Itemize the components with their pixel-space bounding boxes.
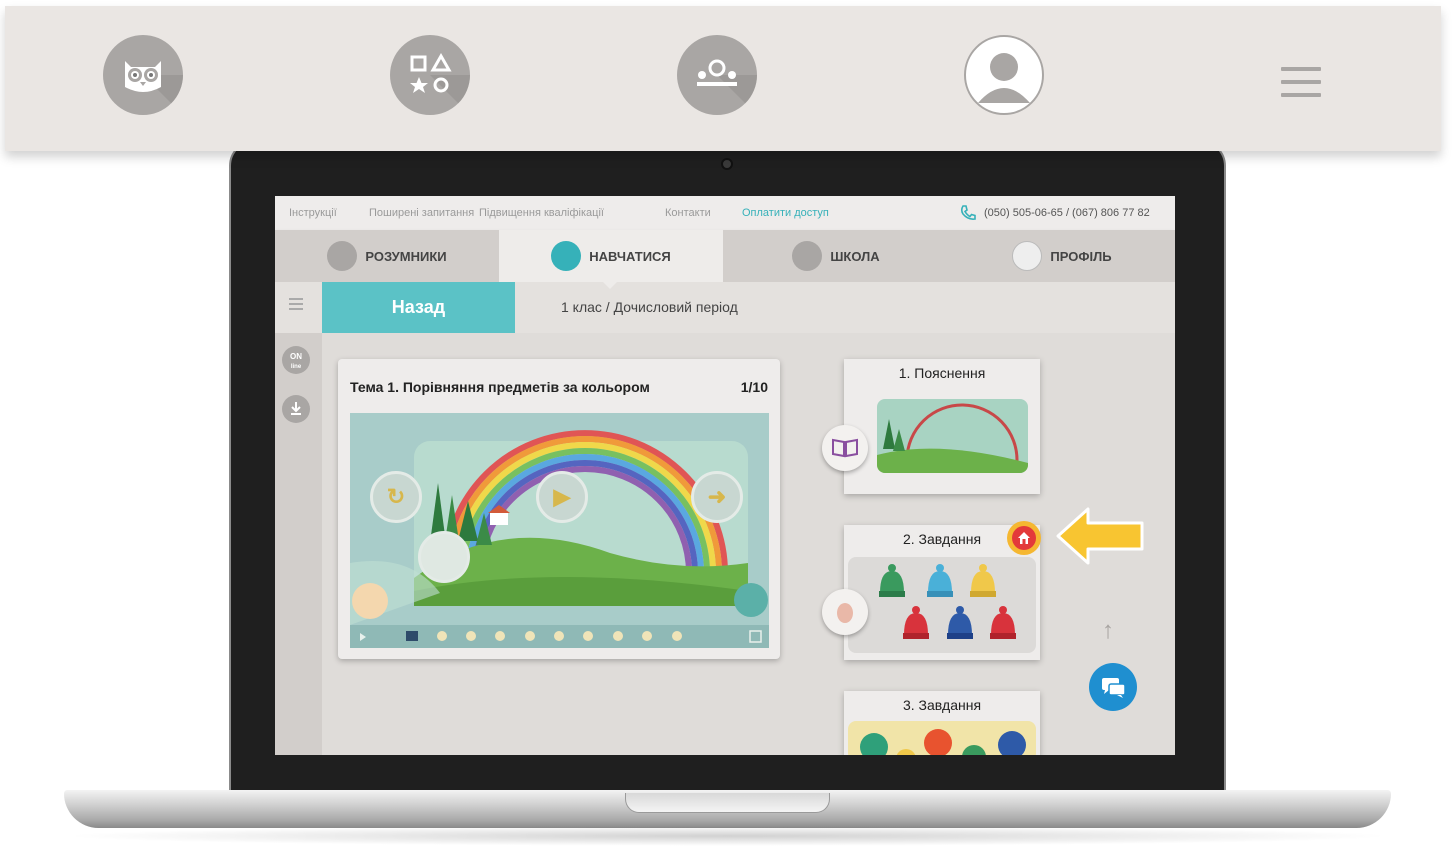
- sub-header: Назад 1 клас / Дочисловий період: [275, 282, 1175, 333]
- egg-icon[interactable]: [822, 589, 868, 635]
- link-qualification[interactable]: Підвищення кваліфікації: [479, 207, 604, 219]
- lesson-content: Тема 1. Порівняння предметів за кольором…: [322, 333, 1175, 755]
- laptop-camera: [721, 158, 733, 170]
- next-arrow-icon: ➜: [707, 484, 727, 509]
- profile-icon[interactable]: [964, 35, 1044, 115]
- sidebar-toggle-icon[interactable]: [289, 298, 303, 313]
- link-instructions[interactable]: Інструкції: [289, 207, 337, 219]
- profile-icon: [1012, 241, 1043, 271]
- shapes-icon: [551, 241, 582, 271]
- breadcrumb: 1 клас / Дочисловий період: [561, 299, 738, 315]
- top-navigation-bar: [5, 6, 1441, 151]
- boy-avatar: [352, 583, 388, 619]
- laptop-shadow: [60, 826, 1395, 846]
- slide-counter: 1/10: [740, 379, 768, 395]
- active-tab-caret: [602, 281, 618, 289]
- task-card-1[interactable]: 1. Пояснення: [844, 359, 1040, 494]
- main-tabs: РОЗУМНИКИ НАВЧАТИСЯ ШКОЛА ПРОФІЛЬ: [275, 230, 1175, 282]
- tab-label: РОЗУМНИКИ: [365, 248, 447, 264]
- task-title: 1. Пояснення: [898, 365, 986, 381]
- online-button[interactable]: ON line: [282, 346, 310, 374]
- tab-label: ШКОЛА: [830, 248, 880, 264]
- link-faq[interactable]: Поширені запитання: [369, 207, 474, 219]
- tab-label: НАВЧАТИСЯ: [589, 248, 671, 264]
- online-label-small: line: [290, 364, 302, 370]
- laptop-notch: [625, 793, 830, 813]
- laptop-screen: Інструкції Поширені запитання Підвищення…: [275, 196, 1175, 755]
- left-sidebar: ON line: [275, 333, 322, 755]
- link-pay-access[interactable]: Оплатити доступ: [742, 207, 829, 219]
- tab-rozumnyky[interactable]: РОЗУМНИКИ: [275, 230, 499, 282]
- magnifier-icon: [418, 531, 470, 583]
- play-button[interactable]: ▶: [536, 471, 588, 523]
- owl-avatar: [734, 583, 768, 617]
- page: Інструкції Поширені запитання Підвищення…: [0, 0, 1452, 868]
- tab-shkola[interactable]: ШКОЛА: [723, 230, 949, 282]
- task-title: 3. Завдання: [902, 697, 982, 713]
- back-button[interactable]: Назад: [322, 282, 515, 333]
- online-label: ON: [290, 352, 302, 361]
- task-thumbnail: [848, 557, 1036, 653]
- phone-number: (050) 505-06-65 / (067) 806 77 82: [984, 207, 1150, 219]
- replay-icon: ↻: [386, 484, 406, 509]
- tab-profil[interactable]: ПРОФІЛЬ: [949, 230, 1175, 282]
- lesson-card: Тема 1. Порівняння предметів за кольором…: [338, 359, 780, 659]
- hamburger-menu-icon[interactable]: [1281, 67, 1321, 99]
- video-player[interactable]: ↻ ▶ ➜: [350, 413, 769, 648]
- chat-icon: [1102, 678, 1126, 698]
- phone-icon: [959, 204, 977, 225]
- home-icon[interactable]: [1007, 521, 1041, 555]
- scroll-up-icon[interactable]: ↑: [1102, 617, 1114, 645]
- highlight-arrow-icon: [1056, 507, 1144, 565]
- tab-label: ПРОФІЛЬ: [1050, 248, 1112, 264]
- task-thumbnail: [877, 399, 1028, 473]
- school-icon: [792, 241, 823, 271]
- tab-navchatysia[interactable]: НАВЧАТИСЯ: [499, 230, 723, 282]
- lesson-title: Тема 1. Порівняння предметів за кольором: [350, 379, 650, 395]
- school-icon[interactable]: [677, 35, 757, 115]
- task-card-3[interactable]: 3. Завдання: [844, 691, 1040, 755]
- owl-icon: [327, 241, 358, 271]
- link-contacts[interactable]: Контакти: [665, 207, 711, 219]
- site-top-links: Інструкції Поширені запитання Підвищення…: [275, 196, 1175, 230]
- book-icon[interactable]: [822, 425, 868, 471]
- chat-button[interactable]: [1089, 663, 1137, 711]
- replay-button[interactable]: ↻: [370, 471, 422, 523]
- owl-icon[interactable]: [103, 35, 183, 115]
- shapes-icon[interactable]: [390, 35, 470, 115]
- download-icon[interactable]: [282, 395, 310, 423]
- play-icon: ▶: [553, 484, 571, 509]
- next-button[interactable]: ➜: [691, 471, 743, 523]
- task-thumbnail: [848, 721, 1036, 755]
- player-control-bar: [350, 625, 769, 648]
